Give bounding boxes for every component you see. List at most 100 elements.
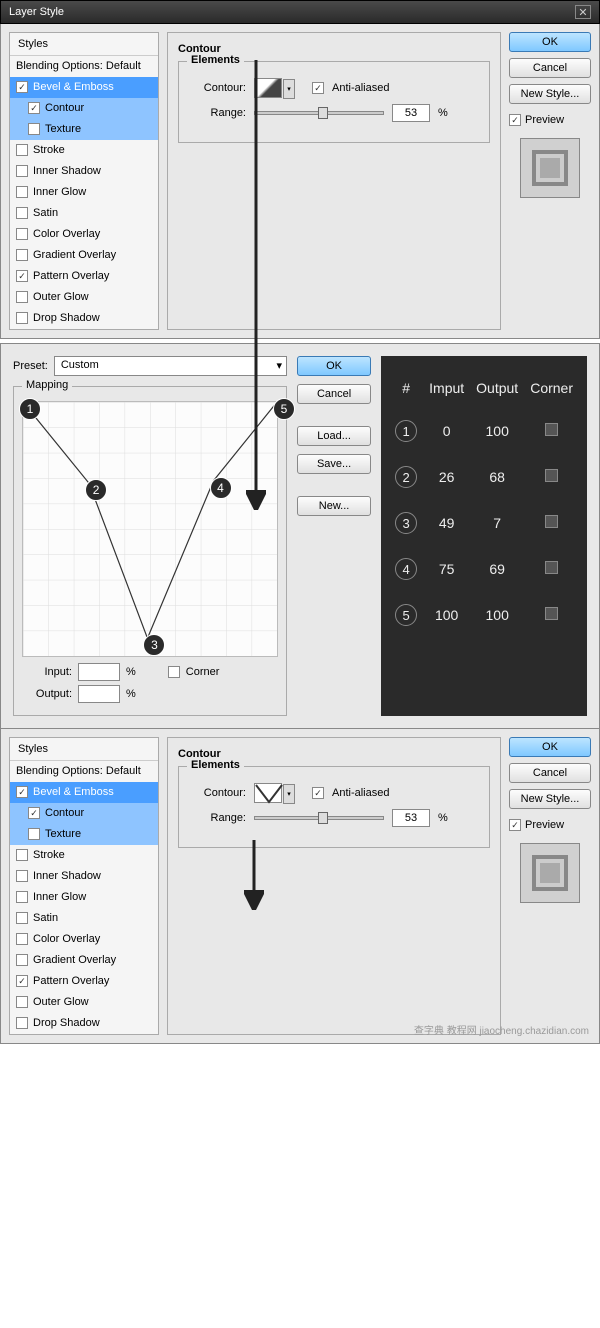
contour-curve[interactable]: 12345 bbox=[22, 401, 278, 657]
anti-aliased-checkbox[interactable] bbox=[312, 82, 324, 94]
style-item[interactable]: Inner Shadow bbox=[10, 161, 158, 182]
style-item[interactable]: Color Overlay bbox=[10, 929, 158, 950]
anti-aliased-checkbox[interactable] bbox=[312, 787, 324, 799]
corner-checkbox[interactable] bbox=[545, 515, 558, 528]
window-title: Layer Style bbox=[9, 6, 64, 18]
style-item[interactable]: Texture bbox=[10, 119, 158, 140]
new-style-button[interactable]: New Style... bbox=[509, 789, 591, 809]
style-item[interactable]: Outer Glow bbox=[10, 992, 158, 1013]
new-button[interactable]: New... bbox=[297, 496, 371, 516]
input-io-label: Input: bbox=[22, 666, 72, 678]
style-checkbox[interactable] bbox=[16, 849, 28, 861]
corner-checkbox[interactable] bbox=[168, 666, 180, 678]
style-checkbox[interactable] bbox=[28, 828, 40, 840]
elements-label: Elements bbox=[187, 54, 244, 66]
style-checkbox[interactable] bbox=[16, 186, 28, 198]
style-item[interactable]: Bevel & Emboss bbox=[10, 782, 158, 803]
style-checkbox[interactable] bbox=[16, 912, 28, 924]
new-style-button[interactable]: New Style... bbox=[509, 84, 591, 104]
curve-point-badge[interactable]: 1 bbox=[19, 398, 41, 420]
style-item[interactable]: Inner Shadow bbox=[10, 866, 158, 887]
contour-picker[interactable]: ▾ bbox=[254, 78, 282, 98]
style-item[interactable]: Contour bbox=[10, 98, 158, 119]
row-badge: 3 bbox=[395, 512, 417, 534]
load-button[interactable]: Load... bbox=[297, 426, 371, 446]
style-checkbox[interactable] bbox=[16, 228, 28, 240]
styles-list: Styles Blending Options: Default Bevel &… bbox=[9, 32, 159, 330]
range-input[interactable] bbox=[392, 809, 430, 827]
style-checkbox[interactable] bbox=[28, 123, 40, 135]
editor-cancel-button[interactable]: Cancel bbox=[297, 384, 371, 404]
chevron-down-icon[interactable]: ▾ bbox=[283, 784, 295, 804]
style-item[interactable]: Satin bbox=[10, 908, 158, 929]
contour-editor-dialog: Preset: Custom Mapping 12345 Input: bbox=[0, 343, 600, 729]
corner-checkbox[interactable] bbox=[545, 607, 558, 620]
contour-picker-result[interactable]: ▾ bbox=[254, 783, 282, 803]
curve-point-badge[interactable]: 4 bbox=[210, 477, 232, 499]
preview-checkbox[interactable] bbox=[509, 819, 521, 831]
style-item[interactable]: Satin bbox=[10, 203, 158, 224]
ok-button[interactable]: OK bbox=[509, 32, 591, 52]
corner-checkbox[interactable] bbox=[545, 561, 558, 574]
range-slider[interactable] bbox=[254, 816, 384, 820]
style-item[interactable]: Gradient Overlay bbox=[10, 950, 158, 971]
style-item[interactable]: Pattern Overlay bbox=[10, 971, 158, 992]
corner-checkbox[interactable] bbox=[545, 423, 558, 436]
style-checkbox[interactable] bbox=[16, 786, 28, 798]
style-checkbox[interactable] bbox=[28, 102, 40, 114]
slider-thumb[interactable] bbox=[318, 107, 328, 119]
style-checkbox[interactable] bbox=[16, 249, 28, 261]
style-item[interactable]: Pattern Overlay bbox=[10, 266, 158, 287]
input-field[interactable] bbox=[78, 663, 120, 681]
style-item[interactable]: Gradient Overlay bbox=[10, 245, 158, 266]
style-checkbox[interactable] bbox=[16, 975, 28, 987]
style-checkbox[interactable] bbox=[16, 891, 28, 903]
close-icon[interactable]: ✕ bbox=[575, 5, 591, 19]
ok-button[interactable]: OK bbox=[509, 737, 591, 757]
style-checkbox[interactable] bbox=[16, 270, 28, 282]
style-checkbox[interactable] bbox=[16, 291, 28, 303]
style-item[interactable]: Inner Glow bbox=[10, 887, 158, 908]
range-input[interactable] bbox=[392, 104, 430, 122]
watermark: 查字典 教程网 jiaocheng.chazidian.com bbox=[414, 1022, 589, 1037]
chevron-down-icon[interactable]: ▾ bbox=[283, 79, 295, 99]
style-item[interactable]: Stroke bbox=[10, 140, 158, 161]
cancel-button[interactable]: Cancel bbox=[509, 58, 591, 78]
style-checkbox[interactable] bbox=[16, 933, 28, 945]
row-badge: 2 bbox=[395, 466, 417, 488]
save-button[interactable]: Save... bbox=[297, 454, 371, 474]
preset-select[interactable]: Custom bbox=[54, 356, 287, 376]
style-item[interactable]: Stroke bbox=[10, 845, 158, 866]
style-checkbox[interactable] bbox=[16, 81, 28, 93]
style-item[interactable]: Texture bbox=[10, 824, 158, 845]
style-item[interactable]: Inner Glow bbox=[10, 182, 158, 203]
editor-buttons: OK Cancel Load... Save... New... bbox=[297, 356, 371, 716]
blending-options[interactable]: Blending Options: Default bbox=[10, 761, 158, 782]
style-checkbox[interactable] bbox=[16, 144, 28, 156]
style-item[interactable]: Color Overlay bbox=[10, 224, 158, 245]
row-badge: 1 bbox=[395, 420, 417, 442]
style-checkbox[interactable] bbox=[16, 954, 28, 966]
preview-thumbnail bbox=[520, 843, 580, 903]
style-checkbox[interactable] bbox=[16, 207, 28, 219]
style-item[interactable]: Contour bbox=[10, 803, 158, 824]
style-item[interactable]: Drop Shadow bbox=[10, 1013, 158, 1034]
style-item[interactable]: Drop Shadow bbox=[10, 308, 158, 329]
style-item[interactable]: Outer Glow bbox=[10, 287, 158, 308]
style-checkbox[interactable] bbox=[16, 312, 28, 324]
preview-checkbox[interactable] bbox=[509, 114, 521, 126]
editor-ok-button[interactable]: OK bbox=[297, 356, 371, 376]
blending-options[interactable]: Blending Options: Default bbox=[10, 56, 158, 77]
style-checkbox[interactable] bbox=[16, 870, 28, 882]
row-badge: 5 bbox=[395, 604, 417, 626]
style-checkbox[interactable] bbox=[16, 1017, 28, 1029]
output-field[interactable] bbox=[78, 685, 120, 703]
style-item[interactable]: Bevel & Emboss bbox=[10, 77, 158, 98]
style-checkbox[interactable] bbox=[16, 165, 28, 177]
style-checkbox[interactable] bbox=[16, 996, 28, 1008]
cancel-button[interactable]: Cancel bbox=[509, 763, 591, 783]
style-checkbox[interactable] bbox=[28, 807, 40, 819]
corner-checkbox[interactable] bbox=[545, 469, 558, 482]
range-slider[interactable] bbox=[254, 111, 384, 115]
curve-point-badge[interactable]: 5 bbox=[273, 398, 295, 420]
